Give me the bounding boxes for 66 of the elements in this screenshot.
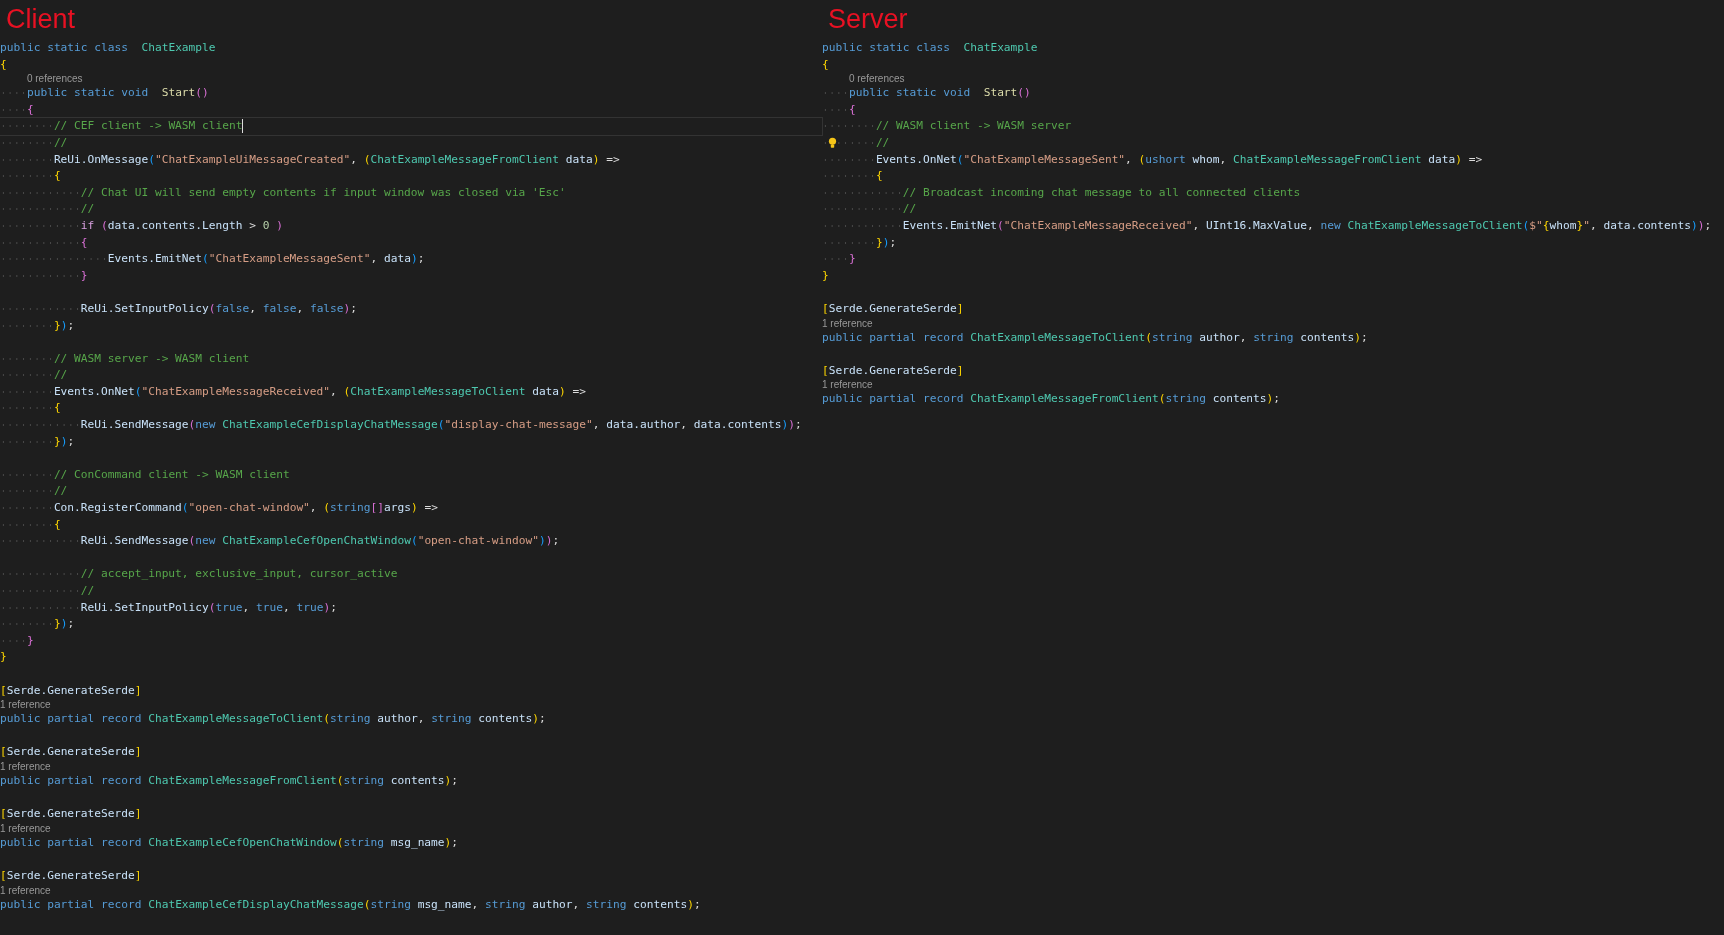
code-line: });: [0, 317, 75, 335]
code-line: [Serde.GenerateSerde]: [0, 867, 142, 884]
code-line: [Serde.GenerateSerde]: [822, 300, 964, 317]
code-line: public partial record ChatExampleMessageFromClient(string contents);: [0, 772, 459, 789]
code-line: public partial record ChatExampleMessageFromClient(string contents);: [822, 391, 1281, 408]
codelens-text: 1 reference: [0, 699, 51, 712]
code-line: ReUi.OnMessage("ChatExampleUiMessageCreated", (ChatExampleMessageFromClient data) =>: [0, 151, 620, 169]
code-line: // accept_input, exclusive_input, cursor_active: [0, 566, 398, 583]
code-line: ReUi.SendMessage(new ChatExampleCefOpenChatWindow("open-chat-window"));: [0, 533, 560, 550]
code-line: {: [0, 516, 61, 534]
code-line: {: [0, 56, 7, 73]
code-line: });: [822, 234, 897, 252]
code-line: // CEF client -> WASM client: [0, 118, 244, 135]
code-line: //: [0, 201, 95, 218]
code-line: ReUi.SetInputPolicy(true, true, true);: [0, 599, 337, 617]
code-line: }: [0, 649, 7, 666]
code-line: // ConCommand client -> WASM client: [0, 466, 290, 484]
code-line: [Serde.GenerateSerde]: [0, 682, 142, 699]
code-line: //: [0, 134, 68, 152]
codelens-text: 1 reference: [822, 379, 873, 392]
codelens-text: 1 reference: [0, 884, 51, 897]
code-line: ReUi.SendMessage(new ChatExampleCefDisplayChatMessage("display-chat-message", data.author, data.contents));: [0, 417, 802, 434]
code-line: //: [822, 201, 917, 218]
code-line: {: [822, 168, 883, 185]
code-line: // Broadcast incoming chat message to all connected clients: [822, 184, 1301, 202]
code-line: //: [822, 134, 890, 152]
code-line: Events.OnNet("ChatExampleMessageReceived", (ChatExampleMessageToClient data) =>: [0, 383, 587, 401]
code-line: Events.EmitNet("ChatExampleMessageReceived", UInt16.MaxValue, new ChatExampleMessageToClient($"{whom}", data.contents));: [822, 217, 1712, 235]
code-line: // WASM client -> WASM server: [822, 118, 1072, 135]
code-line: });: [0, 433, 75, 451]
code-line: //: [0, 483, 68, 501]
code-line: public static class ChatExample: [822, 40, 1038, 56]
codelens-text: 0 references: [847, 73, 905, 86]
code-line: }: [0, 267, 88, 285]
code-line: Events.EmitNet("ChatExampleMessageSent", data);: [0, 251, 425, 268]
panel-title: Server: [827, 3, 908, 36]
code-line: {: [0, 168, 61, 185]
code-line: public static void Start(): [0, 85, 209, 102]
codelens-text: 1 reference: [0, 822, 51, 835]
codelens-text: 0 references: [25, 73, 83, 86]
code-line: [Serde.GenerateSerde]: [0, 806, 142, 823]
code-line: [Serde.GenerateSerde]: [0, 744, 142, 761]
code-line: Events.OnNet("ChatExampleMessageSent", (ushort whom, ChatExampleMessageFromClient data) =>: [822, 151, 1483, 169]
code-line: [Serde.GenerateSerde]: [822, 362, 964, 379]
code-line: public partial record ChatExampleCefDisplayChatMessage(string msg_name, string author, string contents);: [0, 896, 701, 913]
code-line: public partial record ChatExampleCefOpenChatWindow(string msg_name);: [0, 834, 459, 851]
codelens-text: 1 reference: [0, 760, 51, 773]
code-line: ReUi.SetInputPolicy(false, false, false);: [0, 300, 358, 318]
code-line: {: [0, 234, 88, 252]
panel-title: Client: [5, 3, 76, 36]
code-line: //: [0, 583, 95, 600]
code-line: public partial record ChatExampleMessageToClient(string author, string contents);: [822, 329, 1368, 346]
code-line: public partial record ChatExampleMessageToClient(string author, string contents);: [0, 711, 546, 728]
code-line: // Chat UI will send empty contents if input window was closed via 'Esc': [0, 184, 566, 202]
code-line: {: [0, 400, 61, 418]
code-line: {: [822, 56, 829, 73]
codelens-text: 1 reference: [822, 317, 873, 330]
code-line: //: [0, 367, 68, 384]
code-line: public static void Start(): [822, 85, 1031, 102]
code-line: Con.RegisterCommand("open-chat-window", (string[]args) =>: [0, 500, 438, 517]
lightbulb-icon[interactable]: [828, 136, 837, 149]
code-line: // WASM server -> WASM client: [0, 350, 250, 368]
code-line: public static class ChatExample: [0, 40, 216, 56]
code-line: if (data.contents.Length > 0 ): [0, 217, 283, 235]
code-line: });: [0, 616, 75, 633]
code-line: }: [822, 267, 829, 284]
